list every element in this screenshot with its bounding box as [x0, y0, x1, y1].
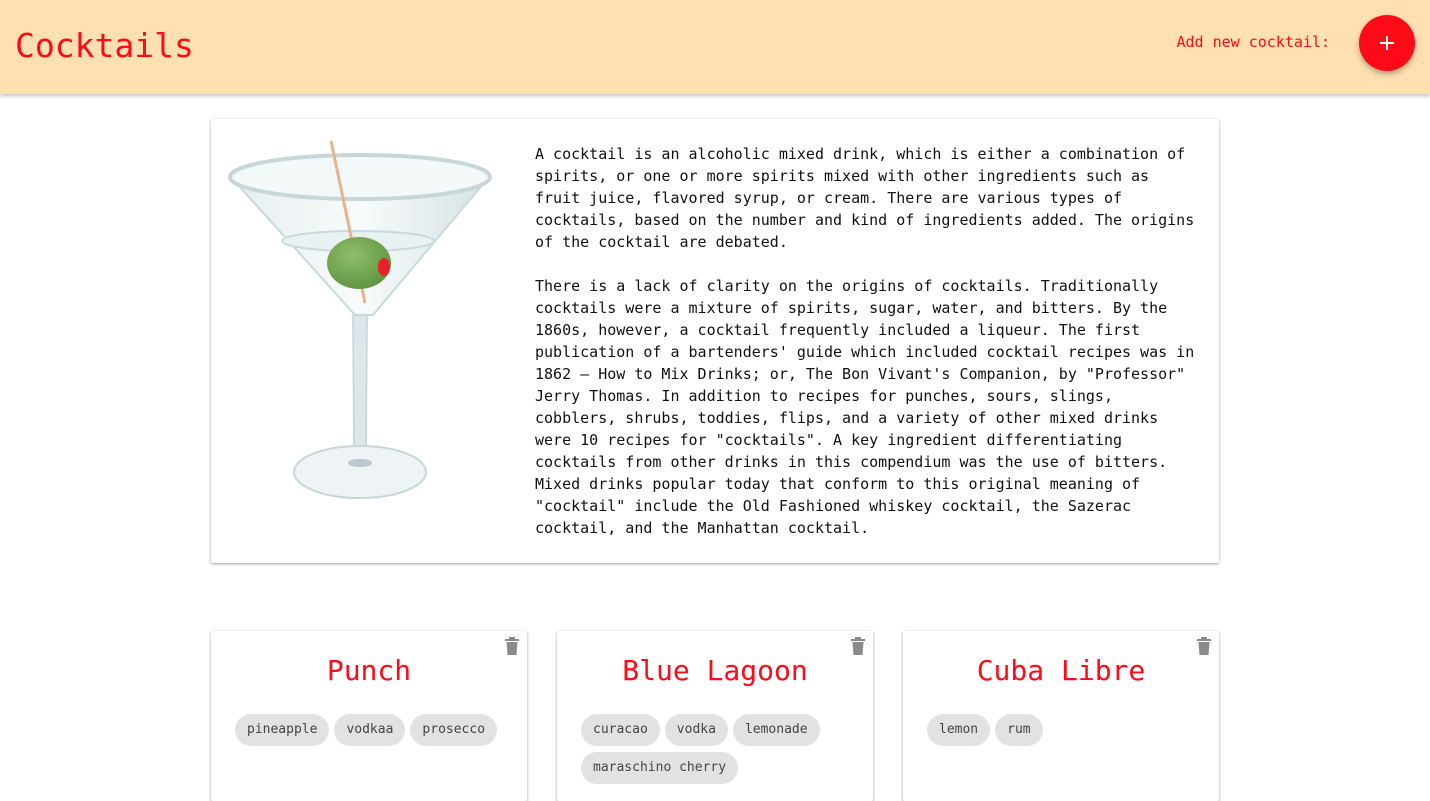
ingredient-chip[interactable]: lemon [927, 714, 991, 746]
ingredient-chip[interactable]: curacao [581, 714, 660, 746]
cocktail-card-cuba-libre: Cuba Libre lemon rum [903, 631, 1219, 801]
ingredient-chip[interactable]: vodkaa [334, 714, 406, 746]
add-cocktail-label: Add new cocktail: [1176, 33, 1330, 51]
intro-text: A cocktail is an alcoholic mixed drink, … [535, 143, 1205, 561]
cocktail-name: Blue Lagoon [622, 654, 808, 687]
app-header: Cocktails Add new cocktail: [0, 0, 1430, 94]
ingredient-chip[interactable]: pineapple [235, 714, 330, 746]
martini-glass-image [228, 140, 492, 499]
cocktail-card-punch: Punch pineapple vodkaa prosecco [211, 631, 527, 801]
ingredient-chip[interactable]: rum [995, 714, 1043, 746]
ingredient-chip[interactable]: vodka [664, 714, 728, 746]
intro-paragraph: There is a lack of clarity on the origin… [535, 277, 1195, 537]
add-cocktail-button[interactable] [1359, 15, 1415, 71]
ingredient-chip[interactable]: maraschino cherry [581, 752, 739, 784]
cocktail-name: Cuba Libre [976, 654, 1146, 687]
ingredient-chip[interactable]: lemonade [732, 714, 820, 746]
ingredient-chip[interactable]: prosecco [410, 714, 498, 746]
ingredient-list: curacao vodka lemonade maraschino cherry [581, 714, 861, 784]
ingredient-list: pineapple vodkaa prosecco [235, 714, 515, 746]
intro-paragraph: A cocktail is an alcoholic mixed drink, … [535, 145, 1195, 251]
app-title: Cocktails [15, 26, 194, 65]
cocktail-name: Punch [326, 654, 412, 687]
ingredient-list: lemon rum [927, 714, 1207, 746]
cocktail-card-blue-lagoon: Blue Lagoon curacao vodka lemonade maras… [557, 631, 873, 801]
intro-card: A cocktail is an alcoholic mixed drink, … [211, 119, 1219, 563]
